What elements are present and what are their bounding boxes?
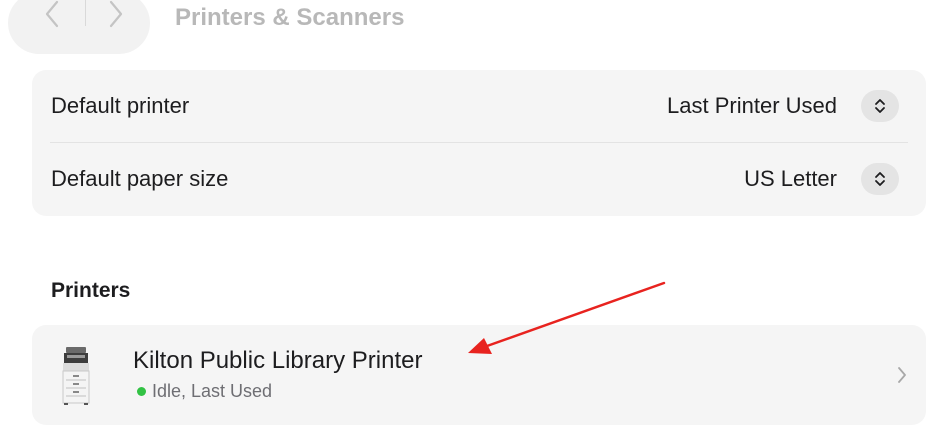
updown-chevron-icon — [875, 172, 885, 186]
nav-divider — [85, 0, 86, 26]
printer-status-text: Idle, Last Used — [152, 381, 273, 401]
default-printer-popup-button[interactable] — [861, 90, 899, 122]
page-title: Printers & Scanners — [175, 4, 405, 31]
back-button[interactable] — [34, 0, 70, 34]
printers-section-title: Printers — [51, 279, 131, 302]
default-paper-size-value[interactable]: US Letter — [744, 166, 837, 192]
default-printer-row[interactable]: Default printer Last Printer Used — [32, 70, 926, 143]
default-paper-size-row[interactable]: Default paper size US Letter — [32, 143, 926, 216]
chevron-left-icon — [45, 0, 59, 28]
chevron-right-icon — [109, 0, 123, 28]
default-settings-card: Default printer Last Printer Used Defaul… — [32, 70, 926, 216]
navigation-controls — [8, 0, 150, 54]
status-dot-icon — [137, 387, 146, 396]
printer-list-item[interactable]: Kilton Public Library Printer Idle, Last… — [32, 325, 926, 425]
default-printer-value[interactable]: Last Printer Used — [667, 93, 837, 119]
default-paper-size-label: Default paper size — [51, 166, 229, 191]
printer-status: Idle, Last Used — [137, 381, 272, 402]
printer-icon — [62, 347, 90, 405]
chevron-right-icon — [898, 367, 906, 383]
default-paper-size-popup-button[interactable] — [861, 163, 899, 195]
forward-button[interactable] — [98, 0, 134, 34]
updown-chevron-icon — [875, 99, 885, 113]
printer-name: Kilton Public Library Printer — [133, 347, 423, 374]
default-printer-label: Default printer — [51, 93, 190, 118]
